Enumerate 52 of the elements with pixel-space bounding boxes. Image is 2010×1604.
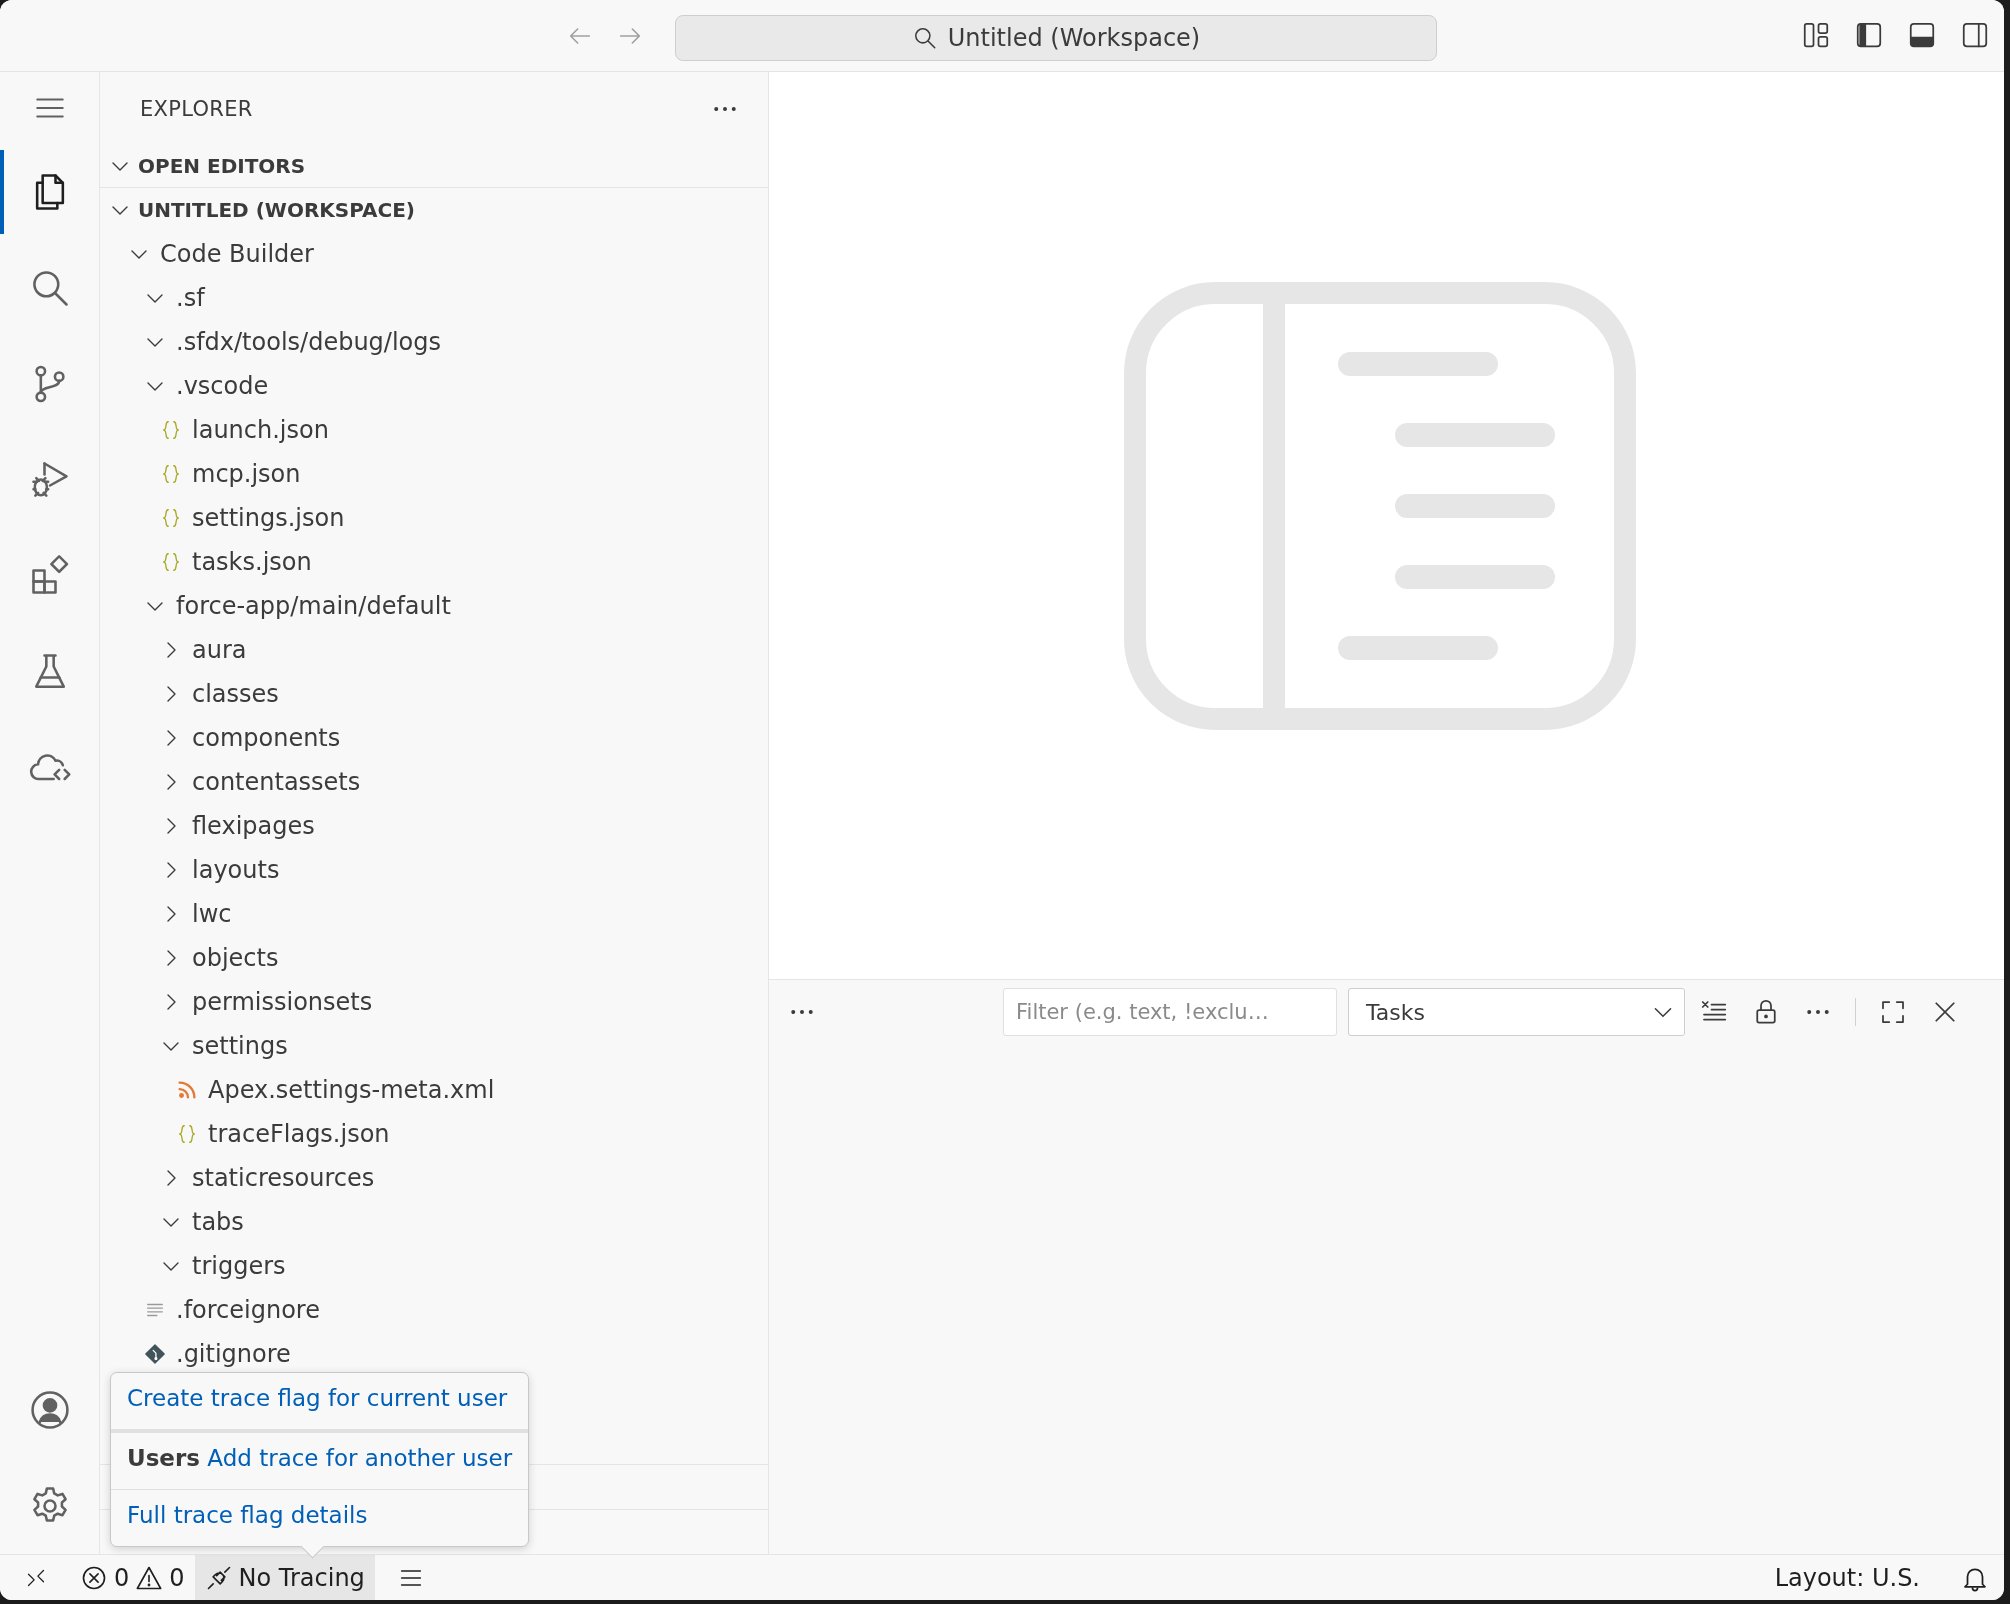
rss-icon xyxy=(176,1079,198,1101)
folder-name[interactable]: settings xyxy=(192,1032,288,1060)
braces-icon xyxy=(160,551,182,573)
braces-icon xyxy=(176,1123,198,1145)
sidebar-title: EXPLORER xyxy=(140,96,253,121)
right-sidebar-icon[interactable] xyxy=(1960,20,1990,50)
folder-name[interactable]: contentassets xyxy=(192,768,361,796)
left-sidebar-icon[interactable] xyxy=(1854,20,1884,50)
bottom-panel-icon[interactable] xyxy=(1907,20,1937,50)
keyboard-layout[interactable]: Layout: U.S. xyxy=(1774,1563,1920,1592)
warning-count[interactable]: 0 xyxy=(169,1563,185,1592)
folder-name[interactable]: Code Builder xyxy=(160,240,314,268)
folder-name[interactable]: .sf xyxy=(176,284,205,312)
file-name[interactable]: traceFlags.json xyxy=(208,1120,390,1148)
folder-name[interactable]: permissionsets xyxy=(192,988,373,1016)
file-name[interactable]: .forceignore xyxy=(176,1296,320,1324)
section-header[interactable]: OPEN EDITORS xyxy=(138,154,306,178)
file-name[interactable]: mcp.json xyxy=(192,460,301,488)
file-name[interactable]: .gitignore xyxy=(176,1340,291,1368)
braces-icon xyxy=(160,463,182,485)
folder-name[interactable]: .vscode xyxy=(176,372,269,400)
layout-grid-icon[interactable] xyxy=(1801,20,1831,50)
folder-name[interactable]: force-app/main/default xyxy=(176,592,451,620)
braces-icon xyxy=(160,419,182,441)
folder-name[interactable]: aura xyxy=(192,636,247,664)
file-name[interactable]: settings.json xyxy=(192,504,345,532)
git-icon xyxy=(144,1343,166,1365)
trace-link[interactable]: Create trace flag for current user xyxy=(127,1385,508,1411)
file-name[interactable]: launch.json xyxy=(192,416,329,444)
braces-icon xyxy=(160,507,182,529)
folder-name[interactable]: layouts xyxy=(192,856,280,884)
folder-name[interactable]: components xyxy=(192,724,341,752)
folder-name[interactable]: objects xyxy=(192,944,279,972)
task-dropdown[interactable]: Tasks xyxy=(1348,988,1685,1036)
filter-field[interactable]: Filter (e.g. text, !exclu… xyxy=(1003,988,1337,1036)
command-center[interactable]: Untitled (Workspace) xyxy=(675,15,1437,61)
users-label: Users xyxy=(127,1445,200,1471)
file-name[interactable]: tasks.json xyxy=(192,548,312,576)
folder-name[interactable]: lwc xyxy=(192,900,232,928)
file-name[interactable]: Apex.settings-meta.xml xyxy=(208,1076,495,1104)
section-header[interactable]: UNTITLED (WORKSPACE) xyxy=(138,198,415,222)
folder-name[interactable]: staticresources xyxy=(192,1164,375,1192)
trace-link[interactable]: Add trace for another user xyxy=(207,1445,513,1471)
trace-link[interactable]: Full trace flag details xyxy=(127,1502,368,1528)
watermark-icon xyxy=(1123,281,1636,730)
folder-name[interactable]: .sfdx/tools/debug/logs xyxy=(176,328,441,356)
folder-name[interactable]: tabs xyxy=(192,1208,244,1236)
folder-name[interactable]: classes xyxy=(192,680,279,708)
folder-name[interactable]: flexipages xyxy=(192,812,315,840)
tracing-status[interactable]: No Tracing xyxy=(194,1555,375,1600)
folder-name[interactable]: triggers xyxy=(192,1252,286,1280)
error-count[interactable]: 0 xyxy=(114,1563,130,1592)
